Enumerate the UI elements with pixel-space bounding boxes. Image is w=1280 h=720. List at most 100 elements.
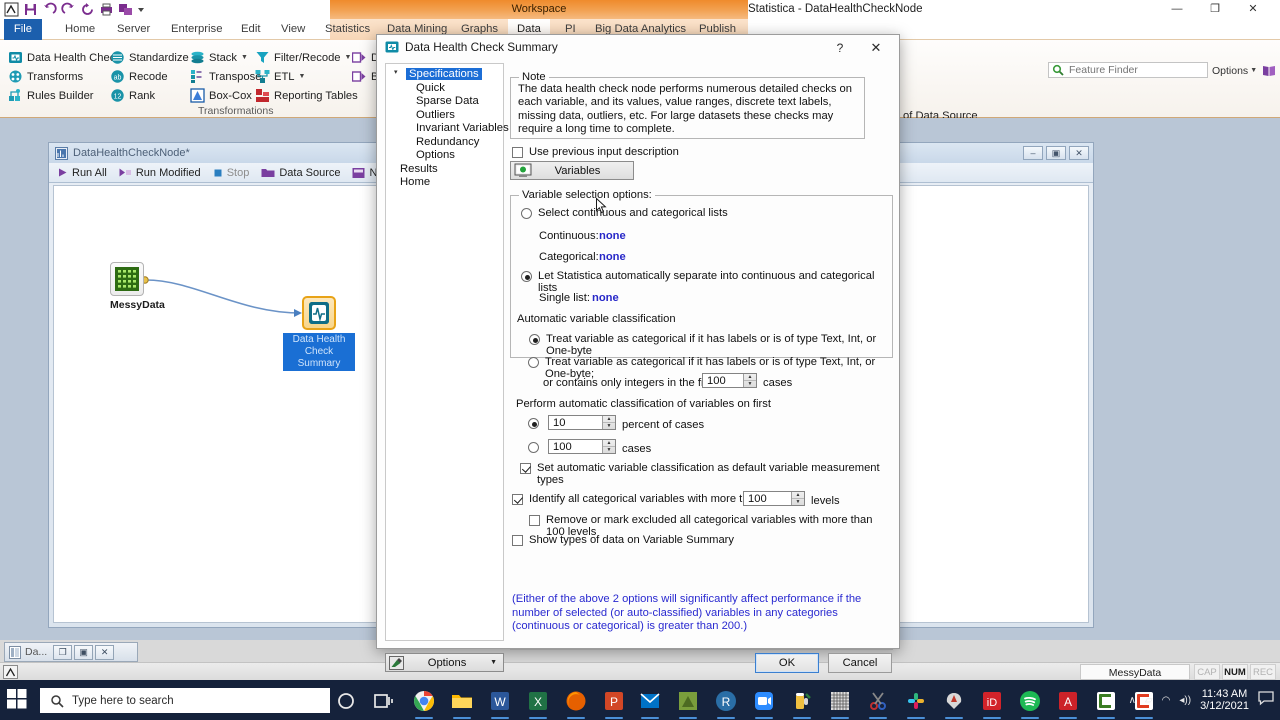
radio-percent-of-cases[interactable] [528, 418, 539, 429]
workbook-icon[interactable] [118, 2, 133, 17]
dialog-options-button[interactable]: Options ▼ [385, 653, 504, 672]
ok-button[interactable]: OK [755, 653, 819, 673]
radio-select-lists-row[interactable]: Select continuous and categorical lists [521, 207, 728, 219]
nav-item-sparse-data[interactable]: Sparse Data [386, 95, 503, 109]
paint-icon[interactable] [942, 689, 966, 719]
document-task-tab[interactable]: Da... ❐ ▣ ✕ [4, 642, 138, 662]
set-default-measurement-row[interactable]: Set automatic variable classification as… [520, 462, 893, 486]
spotify-icon[interactable] [1018, 689, 1042, 719]
snip-icon[interactable] [866, 689, 890, 719]
cases-radio-row[interactable] [528, 441, 539, 453]
spinner-arrows[interactable]: ▲ ▼ [791, 492, 804, 505]
dialog-help-button[interactable]: ? [829, 39, 851, 57]
chrome-icon[interactable] [412, 689, 436, 719]
ribbon-reporting-tables[interactable]: Reporting Tables [255, 86, 358, 105]
feature-finder[interactable] [1048, 62, 1208, 78]
workspace-minimize-button[interactable]: – [1023, 146, 1043, 160]
set-default-measurement-checkbox[interactable] [520, 463, 531, 474]
tab-server[interactable]: Server [108, 19, 159, 40]
single-list-value[interactable]: none [592, 292, 619, 304]
tree-expand-arrow-icon[interactable]: ▾ [394, 68, 398, 76]
radio-auto-separate[interactable] [521, 271, 532, 282]
doc-restore-button[interactable]: ❐ [53, 644, 73, 660]
undo-icon[interactable] [42, 2, 57, 17]
identify-levels-spinner[interactable]: 100 ▲ ▼ [743, 491, 805, 506]
variables-button[interactable]: Variables [510, 161, 634, 180]
ribbon-data-health-check[interactable]: Data Health Check [8, 48, 121, 67]
integers-cases-spinner[interactable]: 100 ▲ ▼ [702, 373, 757, 388]
action-center-icon[interactable] [1258, 691, 1274, 709]
workspace-window-buttons[interactable]: – ▣ ✕ [1023, 146, 1089, 160]
tab-home[interactable]: Home [56, 19, 104, 40]
show-types-row[interactable]: Show types of data on Variable Summary [512, 534, 734, 546]
onedrive-icon[interactable]: ▱ [1145, 695, 1153, 706]
chevron-down-icon[interactable]: ▼ [241, 54, 248, 61]
tab-edit[interactable]: Edit [232, 19, 269, 40]
ribbon-transforms[interactable]: Transforms [8, 67, 83, 86]
doc-close-button[interactable]: ✕ [95, 644, 115, 660]
nav-item-options[interactable]: Options [386, 149, 503, 163]
percent-spinner[interactable]: 10 ▲ ▼ [548, 415, 616, 430]
chevron-down-icon[interactable]: ▼ [345, 54, 352, 61]
spinner-arrows[interactable]: ▲ ▼ [602, 416, 615, 429]
r-studio-icon[interactable]: R [714, 689, 738, 719]
cases-value[interactable]: 100 [549, 441, 602, 453]
word-icon[interactable]: W [488, 689, 512, 719]
network-icon[interactable]: ◠ [1162, 695, 1171, 706]
camtasia-icon[interactable] [1094, 689, 1118, 719]
spinner-down-icon[interactable]: ▼ [603, 446, 615, 453]
window-minimize-button[interactable]: — [1160, 2, 1194, 17]
stop-button[interactable]: Stop [213, 167, 249, 179]
tab-file[interactable]: File [4, 19, 42, 40]
percent-value[interactable]: 10 [549, 417, 602, 429]
ribbon-transpose[interactable]: Transpose [190, 67, 261, 86]
powerpoint-icon[interactable]: P [602, 689, 626, 719]
notes-icon[interactable] [676, 689, 700, 719]
spinner-down-icon[interactable]: ▼ [792, 498, 804, 505]
run-modified-button[interactable]: Run Modified [119, 167, 201, 179]
radio-labels-only-row[interactable]: Treat variable as categorical if it has … [529, 333, 892, 357]
dialog-close-button[interactable]: ✕ [865, 39, 887, 57]
system-tray[interactable]: ∧ ▱ ◠ ◂)) 11:43 AM 3/12/2021 [1129, 680, 1274, 720]
taskbar-clock[interactable]: 11:43 AM 3/12/2021 [1200, 688, 1249, 712]
ribbon-etl[interactable]: ETL ▼ [255, 67, 305, 86]
quick-access-toolbar[interactable] [4, 1, 145, 18]
run-all-button[interactable]: Run All [57, 167, 107, 179]
nav-item-quick[interactable]: Quick [386, 82, 503, 96]
cortana-icon[interactable] [334, 689, 358, 713]
ribbon-filter-recode[interactable]: Filter/Recode ▼ [255, 48, 351, 67]
data-source-button[interactable]: Data Source [261, 167, 340, 179]
workspace-close-button[interactable]: ✕ [1069, 146, 1089, 160]
spinner-arrows[interactable]: ▲ ▼ [602, 440, 615, 453]
feature-finder-input[interactable] [1067, 63, 1197, 77]
slack-icon[interactable] [904, 689, 928, 719]
acrobat-icon[interactable]: A [1056, 689, 1080, 719]
beer-icon[interactable] [790, 689, 814, 719]
file-explorer-icon[interactable] [450, 689, 474, 719]
radio-select-lists[interactable] [521, 208, 532, 219]
identify-levels-checkbox[interactable] [512, 494, 523, 505]
tab-view[interactable]: View [272, 19, 314, 40]
ribbon-box-cox[interactable]: Box-Cox [190, 86, 252, 105]
qat-dropdown-icon[interactable] [137, 2, 145, 17]
chevron-down-icon[interactable]: ▼ [299, 73, 306, 80]
spinner-down-icon[interactable]: ▼ [603, 422, 615, 429]
use-previous-input-row[interactable]: Use previous input description [512, 146, 679, 158]
identify-levels-value[interactable]: 100 [744, 493, 791, 505]
categorical-value[interactable]: none [599, 251, 626, 263]
window-maximize-button[interactable]: ❐ [1198, 2, 1232, 17]
nav-item-home[interactable]: Home [386, 176, 503, 190]
spinner-arrows[interactable]: ▲ ▼ [743, 374, 756, 387]
zoom-icon[interactable] [752, 689, 776, 719]
node-data-health-check[interactable]: Data Health Check Summary [283, 296, 355, 371]
percent-radio-row[interactable] [528, 417, 539, 429]
remove-levels-checkbox[interactable] [529, 515, 540, 526]
cancel-button[interactable]: Cancel [828, 653, 892, 673]
window-close-button[interactable]: ✕ [1236, 2, 1270, 17]
radio-auto-separate-row[interactable]: Let Statistica automatically separate in… [521, 270, 892, 294]
refresh-icon[interactable] [80, 2, 95, 17]
nav-item-redundancy[interactable]: Redundancy [386, 136, 503, 150]
show-hidden-icons[interactable]: ∧ [1129, 695, 1136, 706]
spinner-down-icon[interactable]: ▼ [744, 380, 756, 387]
doc-maximize-button[interactable]: ▣ [74, 644, 94, 660]
